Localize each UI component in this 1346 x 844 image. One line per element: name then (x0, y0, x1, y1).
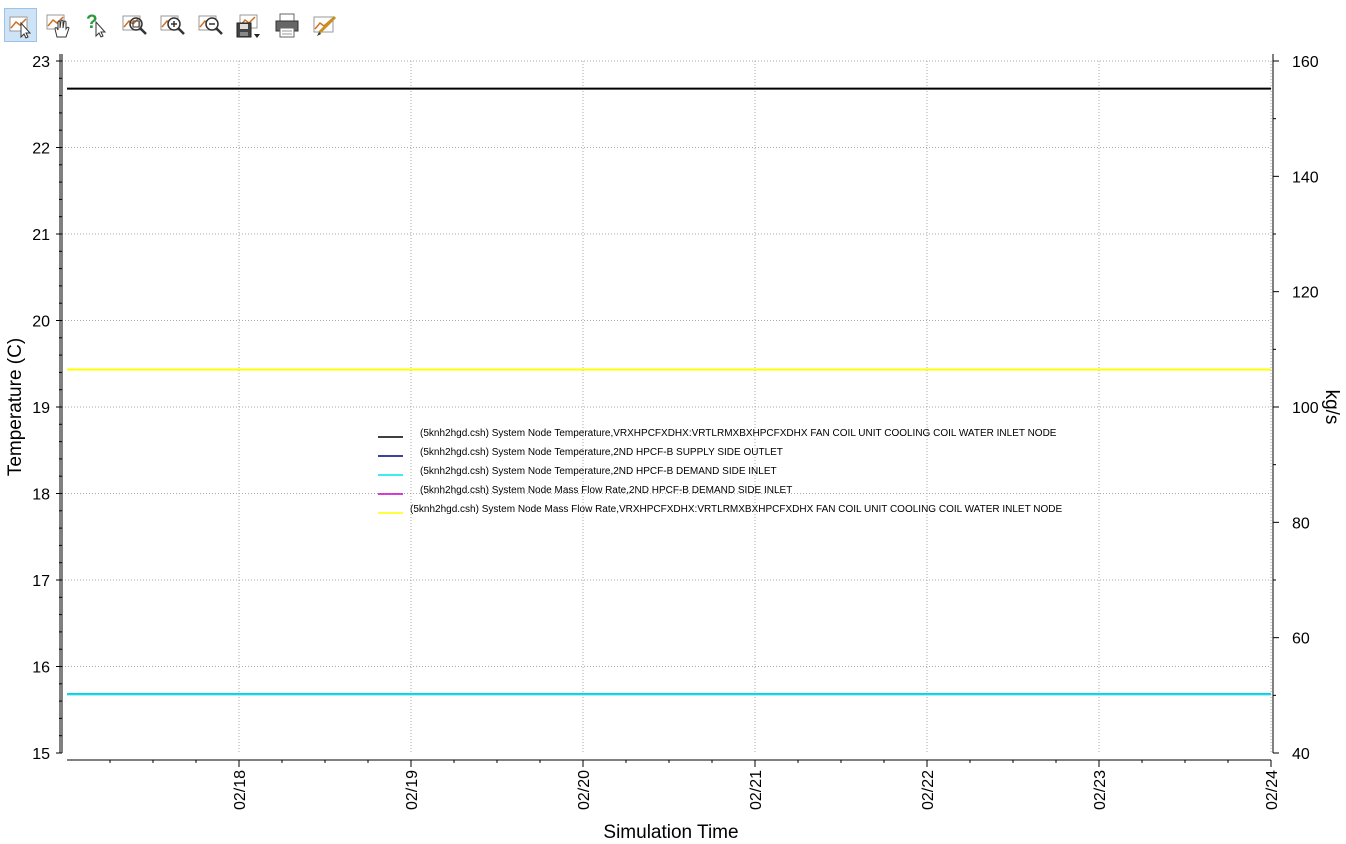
legend: (5knh2hgd.csh) System Node Temperature,V… (378, 428, 1063, 515)
x-tick-label: 02/20 (576, 770, 593, 810)
legend-label-3: (5knh2hgd.csh) System Node Temperature,2… (420, 466, 777, 477)
y-tick-label: 16 (32, 660, 50, 677)
grid (62, 60, 1272, 753)
y-tick-label: 17 (32, 573, 50, 590)
y2-tick-label: 60 (1292, 631, 1310, 648)
legend-label-5: (5knh2hgd.csh) System Node Mass Flow Rat… (410, 504, 1063, 515)
x-axis-title: Simulation Time (603, 822, 738, 843)
y2-tick-label: 120 (1292, 285, 1319, 302)
x-tick-label: 02/24 (1264, 770, 1281, 810)
legend-label-4: (5knh2hgd.csh) System Node Mass Flow Rat… (420, 485, 792, 496)
x-tick-label: 02/19 (404, 770, 421, 810)
line-chart: 15 16 17 18 19 20 21 22 23 40 60 80 100 120 140 160 02/1… (5, 54, 1342, 843)
y2-axis-title: kg/s (1321, 390, 1342, 425)
x-tick-label: 02/21 (748, 770, 765, 810)
series-lines (67, 87, 1271, 696)
y2-tick-label: 160 (1292, 54, 1319, 71)
legend-label-1: (5knh2hgd.csh) System Node Temperature,V… (420, 428, 1057, 439)
y-tick-label: 21 (32, 227, 50, 244)
x-tick-label: 02/23 (1092, 770, 1109, 810)
x-tick-label: 02/22 (920, 770, 937, 810)
y2-tick-label: 140 (1292, 169, 1319, 186)
x-tick-label: 02/18 (232, 770, 249, 810)
y-tick-label: 20 (32, 314, 50, 331)
y-tick-label: 19 (32, 400, 50, 417)
y-tick-label: 23 (32, 54, 50, 71)
y2-tick-label: 80 (1292, 515, 1310, 532)
y-tick-label: 15 (32, 746, 50, 763)
y-tick-label: 18 (32, 487, 50, 504)
y2-tick-label: 100 (1292, 400, 1319, 417)
y-tick-label: 22 (32, 141, 50, 158)
y2-tick-label: 40 (1292, 746, 1310, 763)
y-axis-title: Temperature (C) (5, 338, 26, 476)
legend-label-2: (5knh2hgd.csh) System Node Temperature,2… (420, 447, 783, 458)
